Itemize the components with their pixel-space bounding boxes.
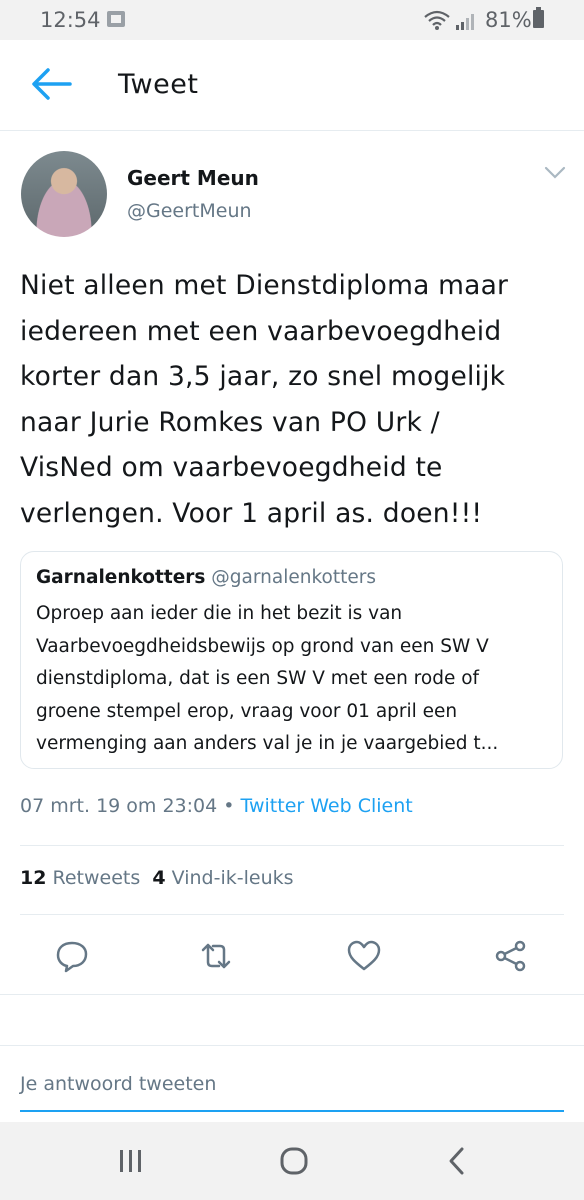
quoted-author-handle: @garnalenkotters — [211, 567, 376, 588]
comment-icon[interactable] — [54, 938, 90, 974]
divider — [0, 994, 584, 995]
signal-icon — [456, 14, 474, 30]
arrow-left-icon[interactable] — [30, 66, 72, 102]
retweet-label: Retweets — [52, 867, 141, 889]
quoted-text-line: dienstdiploma, dat is een SW V met een r… — [36, 668, 480, 689]
divider — [20, 914, 564, 915]
author-name[interactable]: Geert Meun — [127, 166, 259, 190]
quoted-text-line: Oproep aan ieder die in het bezit is van — [36, 603, 403, 624]
home-icon[interactable] — [274, 1144, 314, 1178]
retweet-count: 12 — [20, 867, 47, 889]
quoted-text-line: vermenging aan anders val je in je vaarg… — [36, 733, 499, 754]
recent-apps-icon[interactable] — [111, 1144, 151, 1178]
wifi-icon — [424, 10, 450, 30]
divider — [0, 1045, 584, 1046]
quoted-text-line: Vaarbevoegdheidsbewijs op grond van een … — [36, 635, 489, 657]
tweet-client-link[interactable]: Twitter Web Client — [241, 795, 413, 817]
tweet-text-line: iedereen met een vaarbevoegdheid — [20, 315, 502, 347]
tweet-stats: 12 Retweets 4 Vind-ik-leuks — [20, 867, 294, 889]
quoted-author-name: Garnalenkotters — [36, 567, 206, 588]
meta-separator: • — [223, 795, 235, 817]
tweet-text-line: naar Jurie Romkes van PO Urk / — [20, 406, 440, 438]
battery-icon — [533, 7, 544, 28]
status-bar: 12:54 81% — [0, 0, 584, 40]
battery-percent: 81% — [485, 8, 532, 32]
avatar[interactable] — [21, 151, 107, 237]
tweet-text-line: korter dan 3,5 jaar, zo snel mogelijk — [20, 361, 506, 392]
quoted-tweet[interactable]: Garnalenkotters @garnalenkotters Oproep … — [20, 551, 563, 769]
likes-stat[interactable]: 4 Vind-ik-leuks — [152, 867, 293, 889]
tweet-meta: 07 mrt. 19 om 23:04 • Twitter Web Client — [20, 795, 413, 817]
tweet-text-line: verlengen. Voor 1 april as. doen!!! — [20, 497, 483, 529]
system-nav-bar — [0, 1122, 584, 1200]
page-title: Tweet — [118, 69, 199, 100]
like-label: Vind-ik-leuks — [171, 867, 294, 889]
tweet-text: Niet alleen met Dienstdiploma maar ieder… — [20, 263, 568, 536]
retweet-icon[interactable] — [198, 938, 234, 974]
like-count: 4 — [152, 867, 166, 889]
status-time: 12:54 — [40, 8, 101, 32]
tweet-timestamp: 07 mrt. 19 om 23:04 — [20, 795, 218, 817]
quoted-tweet-text: Oproep aan ieder die in het bezit is van… — [36, 598, 551, 761]
quoted-tweet-header: Garnalenkotters @garnalenkotters — [36, 567, 376, 588]
divider — [20, 845, 564, 846]
tweet-text-line: VisNed om vaarbevoegdheid te — [20, 452, 443, 483]
retweets-stat[interactable]: 12 Retweets — [20, 867, 140, 889]
chevron-down-icon[interactable] — [544, 166, 566, 180]
quoted-text-line: groene stempel erop, vraag voor 01 april… — [36, 700, 458, 722]
author-handle[interactable]: @GeertMeun — [127, 200, 252, 222]
outlook-notification-icon — [107, 11, 125, 27]
share-icon[interactable] — [493, 938, 529, 974]
app-header: Tweet — [0, 40, 584, 131]
reply-input-underline — [20, 1110, 564, 1112]
reply-input[interactable]: Je antwoord tweeten — [20, 1073, 216, 1095]
heart-icon[interactable] — [346, 938, 382, 974]
nav-back-icon[interactable] — [438, 1144, 478, 1178]
tweet-text-line: Niet alleen met Dienstdiploma maar — [20, 270, 509, 301]
